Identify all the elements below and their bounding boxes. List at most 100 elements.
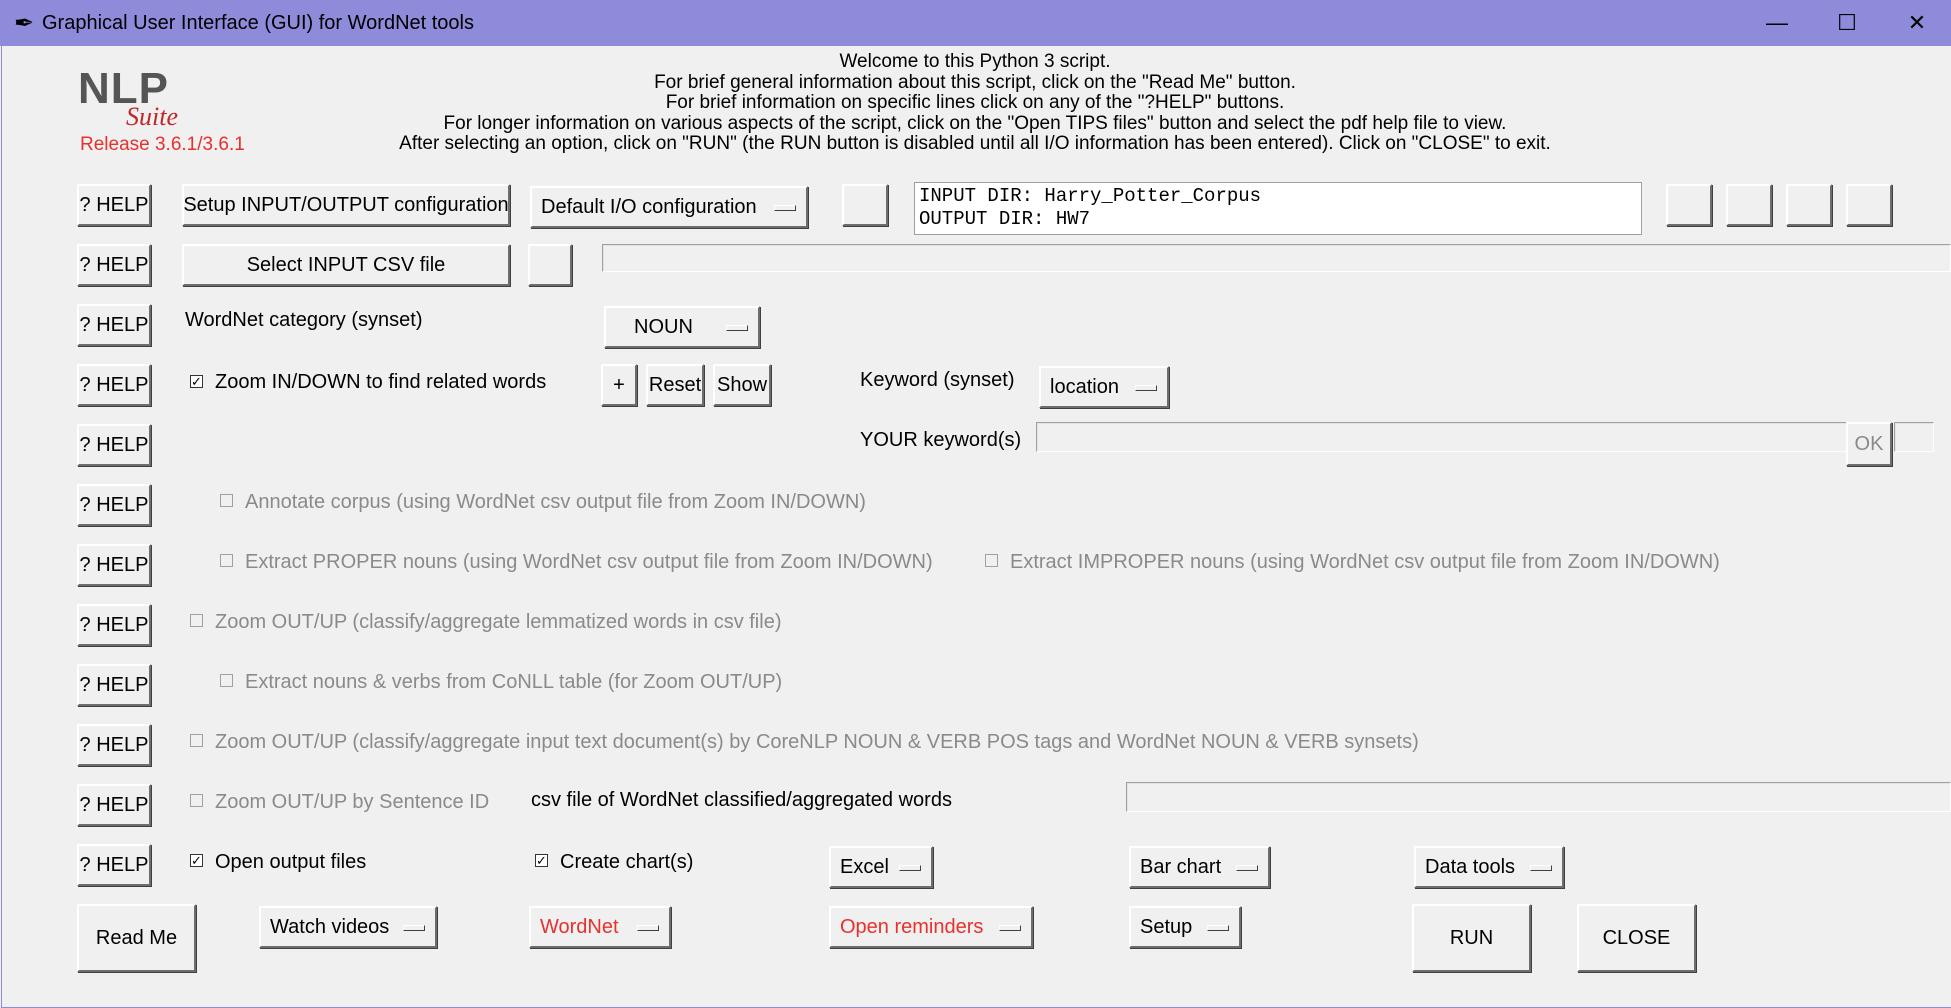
open-output-dir-button[interactable] — [1726, 184, 1772, 226]
close-icon[interactable]: ✕ — [1882, 0, 1951, 46]
welcome-line-3: For brief information on specific lines … — [665, 92, 1285, 113]
setup-io-button[interactable]: Setup INPUT/OUTPUT configuration — [182, 184, 510, 226]
help-button-csv[interactable]: ? HELP — [77, 244, 151, 286]
keyword-synset-label: Keyword (synset) — [860, 369, 1015, 391]
create-charts-label: Create chart(s) — [560, 851, 694, 873]
open-files-button[interactable] — [1846, 184, 1892, 226]
extract-conll-label: Extract nouns & verbs from CoNLL table (… — [245, 671, 783, 693]
open-output-checkbox[interactable]: ✓ — [190, 854, 203, 867]
help-button-category[interactable]: ? HELP — [77, 304, 151, 346]
extract-conll-checkbox[interactable] — [220, 674, 233, 687]
zoom-in-checkbox[interactable]: ✓ — [190, 375, 203, 388]
open-input-dir-button[interactable] — [1666, 184, 1712, 226]
menu-indicator-icon — [1207, 925, 1229, 931]
help-button-io[interactable]: ? HELP — [77, 184, 151, 226]
wordnet-category-label: WordNet category (synset) — [185, 309, 423, 331]
zoom-out-sentence-label: Zoom OUT/UP by Sentence ID — [215, 791, 490, 813]
help-button-sentence[interactable]: ? HELP — [77, 784, 151, 826]
menu-indicator-icon — [726, 325, 748, 331]
proper-nouns-label: Extract PROPER nouns (using WordNet csv … — [245, 551, 933, 573]
help-button-keyword[interactable]: ? HELP — [77, 424, 151, 466]
zoom-out-csv-checkbox[interactable] — [190, 614, 203, 627]
excel-menu[interactable]: Excel — [829, 846, 933, 888]
menu-indicator-icon — [403, 925, 425, 931]
keyword-synset-value: location — [1050, 375, 1119, 398]
wordnet-category-value: NOUN — [634, 315, 693, 338]
zoom-out-text-label: Zoom OUT/UP (classify/aggregate input te… — [215, 731, 1419, 753]
help-button-zoom-out-csv[interactable]: ? HELP — [77, 604, 151, 646]
bar-chart-menu-label: Bar chart — [1140, 855, 1222, 878]
io-info-textbox[interactable]: INPUT DIR: Harry_Potter_Corpus OUTPUT DI… — [914, 182, 1642, 235]
watch-videos-menu-label: Watch videos — [270, 915, 390, 938]
menu-indicator-icon — [1236, 865, 1258, 871]
io-config-menu[interactable]: Default I/O configuration — [530, 186, 808, 228]
zoom-show-button[interactable]: Show — [713, 364, 771, 406]
zoom-out-csv-label: Zoom OUT/UP (classify/aggregate lemmatiz… — [215, 611, 782, 633]
welcome-text: Welcome to this Python 3 script. For bri… — [330, 51, 1620, 155]
csv-classified-label: csv file of WordNet classified/aggregate… — [531, 789, 952, 811]
welcome-line-2: For brief general information about this… — [654, 71, 1296, 93]
open-config-button[interactable] — [1786, 184, 1832, 226]
setup-menu-label: Setup — [1140, 915, 1193, 938]
help-button-conll[interactable]: ? HELP — [77, 664, 151, 706]
your-keyword-input[interactable] — [1036, 422, 1848, 452]
io-config-menu-label: Default I/O configuration — [541, 195, 757, 218]
open-reminders-menu[interactable]: Open reminders — [829, 906, 1033, 948]
menu-indicator-icon — [1135, 385, 1157, 391]
run-button[interactable]: RUN — [1412, 904, 1531, 972]
annotate-checkbox[interactable] — [220, 494, 233, 507]
keyword-synset-menu[interactable]: location — [1039, 366, 1169, 408]
zoom-out-text-checkbox[interactable] — [190, 734, 203, 747]
menu-indicator-icon — [899, 865, 921, 871]
help-button-output[interactable]: ? HELP — [77, 844, 151, 886]
annotate-label: Annotate corpus (using WordNet csv outpu… — [245, 491, 866, 513]
watch-videos-menu[interactable]: Watch videos — [259, 906, 437, 948]
zoom-out-sentence-checkbox[interactable] — [190, 794, 203, 807]
zoom-reset-button[interactable]: Reset — [646, 364, 704, 406]
input-dir-text: INPUT DIR: Harry_Potter_Corpus — [919, 185, 1262, 207]
excel-menu-label: Excel — [840, 855, 889, 878]
help-button-zoom-in[interactable]: ? HELP — [77, 364, 151, 406]
zoom-plus-button[interactable]: + — [601, 364, 637, 406]
csv-path-input[interactable] — [602, 244, 1951, 272]
open-output-label: Open output files — [215, 851, 367, 873]
menu-indicator-icon — [774, 205, 796, 211]
help-button-proper[interactable]: ? HELP — [77, 544, 151, 586]
setup-menu[interactable]: Setup — [1129, 906, 1241, 948]
minimize-icon[interactable]: — — [1742, 0, 1812, 46]
menu-indicator-icon — [637, 925, 659, 931]
create-charts-checkbox[interactable]: ✓ — [535, 854, 548, 867]
welcome-line-5: After selecting an option, click on "RUN… — [399, 133, 1551, 154]
improper-nouns-label: Extract IMPROPER nouns (using WordNet cs… — [1010, 551, 1720, 573]
select-csv-button[interactable]: Select INPUT CSV file — [182, 244, 510, 286]
bar-chart-menu[interactable]: Bar chart — [1129, 846, 1270, 888]
open-reminders-menu-label: Open reminders — [840, 915, 984, 938]
menu-indicator-icon — [1530, 865, 1552, 871]
your-keyword-label: YOUR keyword(s) — [860, 429, 1022, 451]
data-tools-menu[interactable]: Data tools — [1414, 846, 1564, 888]
title-bar: ✒ Graphical User Interface (GUI) for Wor… — [0, 0, 1951, 46]
wordnet-menu[interactable]: WordNet — [529, 906, 671, 948]
open-csv-button[interactable] — [528, 244, 572, 286]
welcome-line-4: For longer information on various aspect… — [443, 112, 1507, 134]
feather-icon: ✒ — [14, 10, 35, 37]
data-tools-menu-label: Data tools — [1425, 855, 1516, 878]
io-open-button[interactable] — [842, 184, 888, 226]
proper-nouns-checkbox[interactable] — [220, 554, 233, 567]
help-button-zoom-out-text[interactable]: ? HELP — [77, 724, 151, 766]
wordnet-category-menu[interactable]: NOUN — [604, 306, 760, 348]
window-title: Graphical User Interface (GUI) for WordN… — [42, 12, 474, 34]
wordnet-menu-label: WordNet — [540, 915, 619, 938]
improper-nouns-checkbox[interactable] — [985, 554, 998, 567]
keyword-extra-input[interactable] — [1894, 422, 1934, 452]
welcome-line-1: Welcome to this Python 3 script. — [839, 51, 1111, 72]
csv-classified-input[interactable] — [1126, 782, 1951, 812]
keyword-ok-button[interactable]: OK — [1846, 422, 1892, 466]
output-dir-text: OUTPUT DIR: HW7 — [919, 208, 1091, 230]
maximize-icon[interactable]: ☐ — [1812, 0, 1882, 46]
logo-suite: Suite — [126, 102, 178, 131]
help-button-annotate[interactable]: ? HELP — [77, 484, 151, 526]
read-me-button[interactable]: Read Me — [77, 904, 196, 972]
close-button[interactable]: CLOSE — [1577, 904, 1696, 972]
menu-indicator-icon — [999, 925, 1021, 931]
